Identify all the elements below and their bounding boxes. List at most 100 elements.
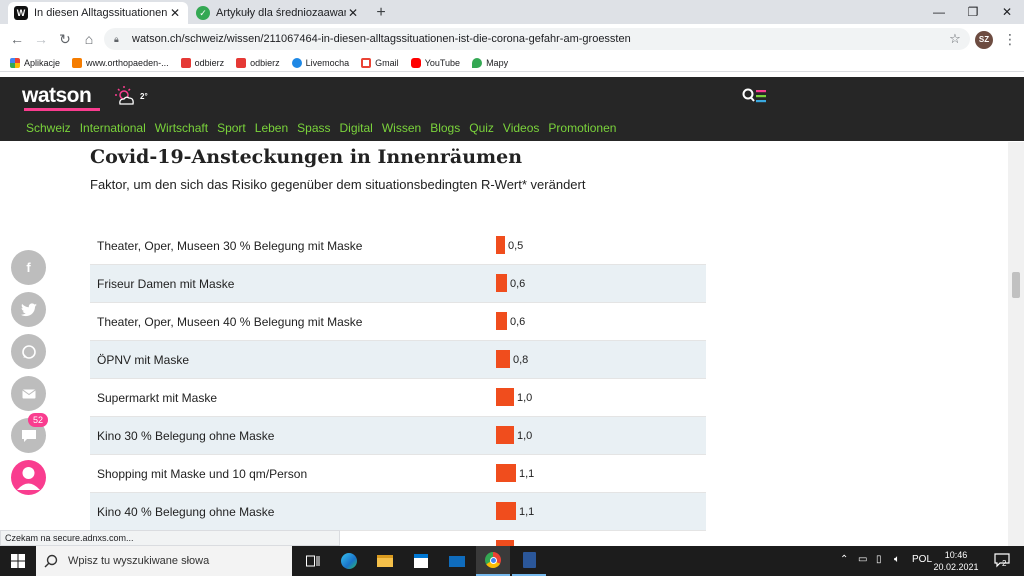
chart-value-label: 1,0 (517, 430, 533, 442)
clock-date: 20.02.2021 (933, 562, 979, 572)
search-menu-icon[interactable] (742, 88, 768, 104)
temperature: 2° (140, 92, 148, 101)
twitter-share-button[interactable] (11, 292, 46, 327)
chart-category-label: Kino 40 % Belegung ohne Maske (97, 505, 275, 519)
tab-title: In diesen Alltagssituationen ist d (34, 7, 168, 19)
edge-icon (341, 553, 357, 569)
chart-bar (496, 388, 514, 406)
watson-favicon-icon: W (14, 6, 28, 20)
page-scrollbar-track[interactable] (1008, 142, 1024, 546)
bookmark-star-icon[interactable]: ☆ (946, 30, 964, 48)
close-icon[interactable]: ✕ (168, 6, 182, 20)
orthopaeden-icon (72, 57, 83, 68)
browser-tab-inactive[interactable]: ✓ Artykuły dla średniozaawansowa ✕ (190, 2, 366, 24)
chart-value-label: 0,6 (510, 316, 526, 328)
taskbar-clock[interactable]: 10:46 20.02.2021 (926, 549, 986, 573)
weather-sun-cloud-icon (115, 86, 134, 105)
tray-volume-icon[interactable]: 🔈︎ (894, 554, 900, 565)
windows-logo-icon (11, 554, 25, 568)
lock-icon: 🔒︎ (114, 33, 119, 44)
email-share-button[interactable] (11, 376, 46, 411)
forward-arrow-icon[interactable]: → (32, 30, 50, 48)
restore-button[interactable]: ❐ (956, 2, 990, 22)
bookmark-apps[interactable]: Aplikacje (10, 57, 60, 68)
chart-value-label: 1,1 (519, 468, 535, 480)
chart-row: ÖPNV mit Maske 0,8 (90, 341, 706, 379)
chart-category-label: Theater, Oper, Museen 30 % Belegung mit … (97, 239, 363, 253)
facebook-share-button[interactable]: f (11, 250, 46, 285)
browser-menu-icon[interactable]: ⋮ (1003, 30, 1017, 48)
twitter-bird-icon (20, 302, 37, 316)
chart-bar (496, 236, 505, 254)
bookmark-odbierz-1[interactable]: odbierz (180, 57, 224, 68)
back-arrow-icon[interactable]: ← (8, 30, 26, 48)
search-icon (44, 554, 58, 568)
apps-grid-icon (10, 57, 20, 68)
bookmark-odbierz-2[interactable]: odbierz (236, 57, 280, 68)
bookmark-livemocha[interactable]: Livemocha (291, 57, 349, 68)
livemocha-icon (291, 57, 302, 68)
whatsapp-share-button[interactable] (11, 334, 46, 369)
nav-spass[interactable]: Spass (297, 121, 330, 135)
chart-row: Theater, Oper, Museen 40 % Belegung mit … (90, 303, 706, 341)
chart-row: Friseur Damen mit Maske 0,6 (90, 265, 706, 303)
new-tab-button[interactable]: + (372, 4, 390, 22)
close-icon[interactable]: ✕ (346, 6, 360, 20)
nav-wissen[interactable]: Wissen (382, 121, 421, 135)
chart-bar (496, 502, 516, 520)
nav-leben[interactable]: Leben (255, 121, 288, 135)
window-close-button[interactable]: ✕ (990, 2, 1024, 22)
nav-sport[interactable]: Sport (217, 121, 246, 135)
nav-schweiz[interactable]: Schweiz (26, 121, 71, 135)
notifications-button[interactable]: 2 (994, 552, 1010, 568)
nav-international[interactable]: International (80, 121, 146, 135)
chart-row: Kino 30 % Belegung ohne Maske 1,0 (90, 417, 706, 455)
address-bar[interactable]: 🔒︎ watson.ch/schweiz/wissen/211067464-in… (104, 28, 970, 50)
taskbar-file-explorer[interactable] (368, 546, 402, 576)
youtube-icon (410, 57, 421, 68)
chart-row: Theater, Oper, Museen 30 % Belegung mit … (90, 227, 706, 265)
site-navigation: Schweiz International Wirtschaft Sport L… (0, 115, 1024, 141)
bookmark-orthopaeden[interactable]: www.orthopaeden-... (72, 57, 169, 68)
nav-promotionen[interactable]: Promotionen (548, 121, 616, 135)
taskbar-edge[interactable] (332, 546, 366, 576)
start-button[interactable] (0, 546, 36, 576)
taskbar-word[interactable] (512, 546, 546, 576)
user-account-button[interactable] (11, 460, 46, 495)
home-icon[interactable]: ⌂ (80, 30, 98, 48)
bookmark-maps[interactable]: Mapy (472, 57, 508, 68)
nav-blogs[interactable]: Blogs (430, 121, 460, 135)
profile-avatar[interactable]: SZ (975, 31, 993, 49)
chart-value-label: 1,1 (519, 506, 535, 518)
bookmark-gmail[interactable]: Gmail (361, 57, 399, 68)
chart-value-label: 1,0 (517, 392, 533, 404)
bookmark-youtube[interactable]: YouTube (410, 57, 460, 68)
page-scrollbar-thumb[interactable] (1012, 272, 1020, 298)
minimize-button[interactable]: — (922, 2, 956, 22)
maps-pin-icon (472, 57, 483, 68)
watson-logo[interactable]: watson (22, 84, 92, 108)
taskbar-search-box[interactable]: Wpisz tu wyszukiwane słowa (36, 546, 292, 576)
bookmarks-bar: Aplikacje www.orthopaeden-... odbierz od… (0, 54, 1024, 72)
url-text: watson.ch/schweiz/wissen/211067464-in-di… (132, 33, 631, 45)
mail-icon (449, 555, 465, 567)
chart-bar (496, 464, 516, 482)
nav-videos[interactable]: Videos (503, 121, 539, 135)
chart-bar (496, 426, 514, 444)
chart-row: Shopping mit Maske und 10 qm/Person 1,1 (90, 455, 706, 493)
nav-quiz[interactable]: Quiz (469, 121, 494, 135)
browser-tab-active[interactable]: W In diesen Alltagssituationen ist d ✕ (8, 2, 188, 24)
task-view-button[interactable] (296, 546, 330, 576)
taskbar-mail[interactable] (440, 546, 474, 576)
taskbar-store[interactable] (404, 546, 438, 576)
nav-digital[interactable]: Digital (340, 121, 373, 135)
chart-category-label: Shopping mit Maske und 10 qm/Person (97, 467, 308, 481)
reload-icon[interactable]: ↻ (56, 30, 74, 48)
taskbar-chrome[interactable] (476, 546, 510, 576)
chart-category-label: Theater, Oper, Museen 40 % Belegung mit … (97, 315, 363, 329)
tray-chevron-icon[interactable]: ⌃ (840, 554, 848, 565)
nav-wirtschaft[interactable]: Wirtschaft (155, 121, 208, 135)
tray-battery-icon[interactable]: ▯ (876, 554, 882, 565)
tray-network-icon[interactable]: ▭ (858, 554, 867, 565)
chart-bar (496, 312, 507, 330)
